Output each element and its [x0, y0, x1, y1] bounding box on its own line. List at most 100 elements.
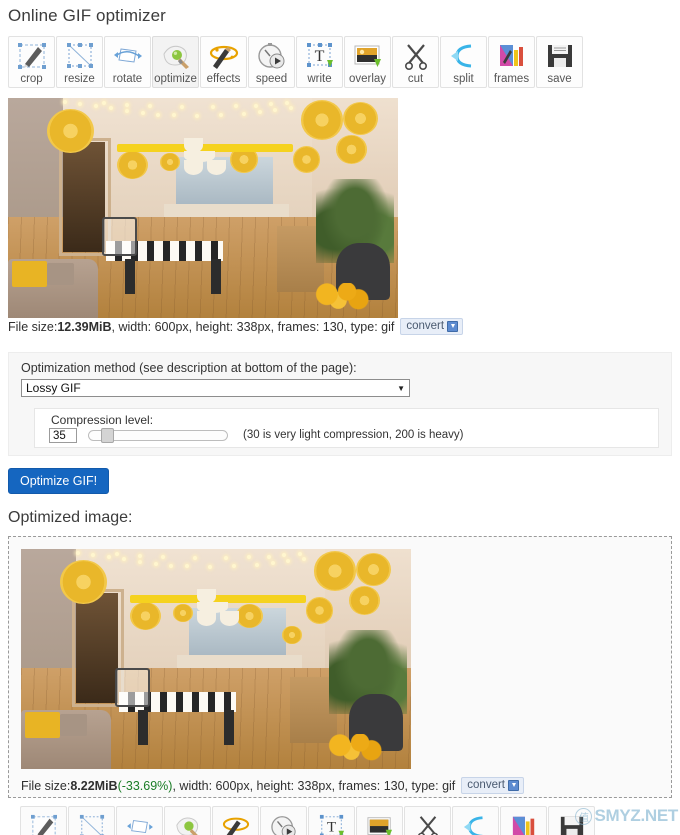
speed-icon — [264, 810, 304, 835]
speed-icon — [252, 39, 292, 73]
optimized-gif-frame — [21, 549, 411, 769]
tool-crop-bottom[interactable] — [20, 806, 67, 835]
write-icon: T — [312, 810, 352, 835]
tool-speed-bottom[interactable] — [260, 806, 307, 835]
tool-resize-label: resize — [64, 73, 95, 85]
source-size-value: 12.39MiB — [57, 319, 112, 334]
tool-split-label: split — [453, 73, 474, 85]
crop-icon — [12, 39, 52, 73]
effects-icon — [204, 39, 244, 73]
tool-optimize-bottom[interactable] — [164, 806, 211, 835]
frames-icon — [504, 810, 544, 835]
split-icon — [444, 39, 484, 73]
tool-frames-label: frames — [493, 73, 530, 85]
tool-cut-bottom[interactable] — [404, 806, 451, 835]
compression-level-slider[interactable] — [88, 428, 228, 443]
rotate-icon — [120, 810, 160, 835]
tool-save-label: save — [547, 73, 572, 85]
source-size-prefix: File size: — [8, 319, 58, 334]
tool-cut-label: cut — [407, 73, 424, 85]
optimization-method-label: Optimization method (see description at … — [21, 361, 357, 375]
cut-icon — [396, 39, 436, 73]
editor-toolbar-top: crop resize rotate optimize effects spee… — [8, 36, 584, 88]
tool-effects-bottom[interactable] — [212, 806, 259, 835]
optimize-icon — [168, 810, 208, 835]
tool-write[interactable]: T write — [296, 36, 343, 88]
tool-resize-bottom[interactable] — [68, 806, 115, 835]
tool-overlay-label: overlay — [348, 73, 387, 85]
source-file-info: File size: 12.39MiB , width: 600px, heig… — [8, 318, 464, 335]
cut-icon — [408, 810, 448, 835]
tool-save[interactable]: save — [536, 36, 583, 88]
save-icon — [540, 39, 580, 73]
result-convert-label: convert — [467, 779, 505, 791]
resize-icon — [60, 39, 100, 73]
tool-frames-bottom[interactable] — [500, 806, 547, 835]
tool-overlay-bottom[interactable] — [356, 806, 403, 835]
result-size-delta: (-33.69%) — [117, 778, 173, 793]
split-icon — [456, 810, 496, 835]
optimize-gif-button[interactable]: Optimize GIF! — [8, 468, 110, 494]
optimization-method-value: Lossy GIF — [26, 380, 81, 395]
page-title: Online GIF optimizer — [8, 6, 166, 25]
rotate-icon — [108, 39, 148, 73]
source-convert-button[interactable]: convert — [400, 318, 464, 335]
result-size-prefix: File size: — [21, 778, 71, 793]
watermark-badge: 值 — [575, 807, 593, 825]
tool-rotate[interactable]: rotate — [104, 36, 151, 88]
optimized-gif-preview[interactable] — [21, 549, 411, 769]
tool-effects[interactable]: effects — [200, 36, 247, 88]
svg-text:T: T — [314, 48, 324, 65]
result-size-rest: , width: 600px, height: 338px, frames: 1… — [172, 778, 456, 793]
slider-thumb[interactable] — [101, 428, 114, 443]
optimized-result-box: File size: 8.22MiB (-33.69%) , width: 60… — [8, 536, 672, 798]
overlay-icon — [348, 39, 388, 73]
compression-level-label: Compression level: — [51, 413, 154, 427]
tool-overlay[interactable]: overlay — [344, 36, 391, 88]
editor-toolbar-bottom: T — [20, 806, 596, 835]
tool-effects-label: effects — [206, 73, 241, 85]
tool-resize[interactable]: resize — [56, 36, 103, 88]
tool-frames[interactable]: frames — [488, 36, 535, 88]
tool-split[interactable]: split — [440, 36, 487, 88]
download-icon — [447, 320, 459, 332]
tool-rotate-bottom[interactable] — [116, 806, 163, 835]
watermark-text: SMYZ.NET — [594, 806, 678, 825]
result-size-value: 8.22MiB — [70, 778, 118, 793]
optimization-options-panel: Optimization method (see description at … — [8, 352, 672, 456]
tool-split-bottom[interactable] — [452, 806, 499, 835]
gif-optimizer-page: Online GIF optimizer crop resize rotate … — [0, 0, 680, 835]
source-size-rest: , width: 600px, height: 338px, frames: 1… — [111, 319, 395, 334]
watermark: 值 SMYZ.NET — [575, 806, 678, 826]
compression-subpanel: Compression level: 35 (30 is very light … — [34, 408, 659, 448]
effects-icon — [216, 810, 256, 835]
tool-speed-label: speed — [255, 73, 288, 85]
source-gif-preview[interactable] — [8, 98, 398, 318]
source-convert-label: convert — [406, 320, 445, 332]
tool-write-label: write — [307, 73, 332, 85]
tool-rotate-label: rotate — [112, 73, 143, 85]
tool-crop-label: crop — [20, 73, 43, 85]
resize-icon — [72, 810, 112, 835]
crop-icon — [24, 810, 64, 835]
optimized-image-heading: Optimized image: — [8, 509, 133, 526]
write-icon: T — [300, 39, 340, 73]
overlay-icon — [360, 810, 400, 835]
download-icon — [508, 779, 519, 791]
source-gif-frame — [8, 98, 398, 318]
tool-cut[interactable]: cut — [392, 36, 439, 88]
svg-text:T: T — [326, 820, 335, 835]
optimized-file-info: File size: 8.22MiB (-33.69%) , width: 60… — [21, 777, 524, 794]
tool-optimize-label: optimize — [154, 73, 197, 85]
tool-speed[interactable]: speed — [248, 36, 295, 88]
optimize-icon — [156, 39, 196, 73]
frames-icon — [492, 39, 532, 73]
tool-optimize[interactable]: optimize — [152, 36, 199, 88]
compression-level-input[interactable]: 35 — [49, 428, 77, 443]
optimization-method-select[interactable]: Lossy GIF ▼ — [21, 379, 410, 397]
result-convert-button[interactable]: convert — [461, 777, 524, 794]
tool-crop[interactable]: crop — [8, 36, 55, 88]
chevron-down-icon: ▼ — [397, 383, 405, 393]
compression-hint: (30 is very light compression, 200 is he… — [243, 429, 464, 441]
tool-write-bottom[interactable]: T — [308, 806, 355, 835]
